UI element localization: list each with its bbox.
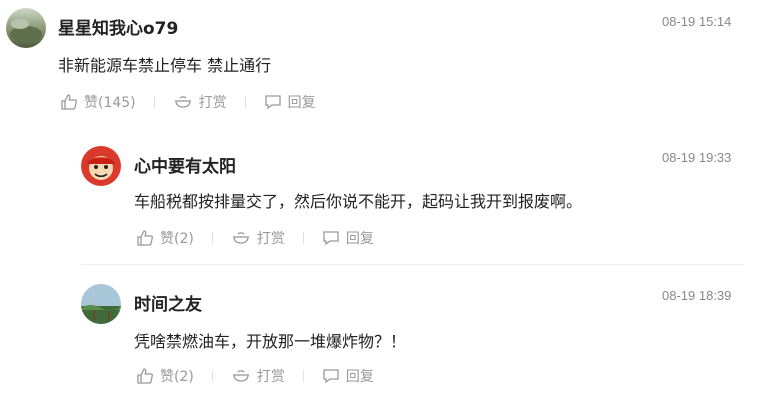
timestamp: 08-19 15:14 (662, 14, 732, 29)
like-button[interactable]: 赞(2) (136, 366, 194, 386)
tip-label: 打赏 (198, 95, 227, 111)
avatar[interactable] (81, 284, 121, 324)
tip-label: 打赏 (256, 231, 285, 247)
divider (153, 96, 155, 108)
reply-label: 回复 (287, 95, 316, 111)
avatar[interactable] (81, 146, 121, 186)
timestamp: 08-19 18:39 (662, 288, 732, 303)
like-count: 赞(2) (160, 231, 194, 247)
thumbs-up-icon (136, 229, 154, 247)
reply-button[interactable]: 回复 (322, 228, 374, 248)
timestamp: 08-19 19:33 (662, 150, 732, 165)
tip-button[interactable]: 打赏 (231, 366, 285, 386)
reply-button[interactable]: 回复 (264, 92, 316, 112)
tip-bowl-icon (231, 368, 251, 384)
comment-actions: 赞(145) 打赏 回复 (60, 90, 316, 114)
reply-bubble-icon (264, 94, 282, 110)
reply-button[interactable]: 回复 (322, 366, 374, 386)
reply-item: 时间之友 08-19 18:39 凭啥禁燃油车，开放那一堆爆炸物？！ 赞(2) … (0, 268, 768, 402)
thumbs-up-icon (136, 367, 154, 385)
comment-item: 星星知我心o79 08-19 15:14 非新能源车禁止停车 禁止通行 赞(14… (0, 0, 768, 120)
reply-item: 心中要有太阳 08-19 19:33 车船税都按排量交了，然后你说不能开，起码让… (0, 130, 768, 260)
divider (211, 370, 213, 382)
thumbs-up-icon (60, 93, 78, 111)
reply-bubble-icon (322, 230, 340, 246)
tip-bowl-icon (231, 230, 251, 246)
like-button[interactable]: 赞(145) (60, 92, 136, 112)
username[interactable]: 时间之友 (134, 290, 202, 315)
avatar[interactable] (6, 8, 46, 48)
comment-text: 凭啥禁燃油车，开放那一堆爆炸物？！ (134, 332, 407, 351)
username[interactable]: 心中要有太阳 (134, 152, 236, 177)
tip-button[interactable]: 打赏 (173, 92, 227, 112)
comment-actions: 赞(2) 打赏 回复 (136, 226, 374, 250)
divider (302, 232, 304, 244)
like-count: 赞(145) (84, 95, 136, 111)
comment-text: 非新能源车禁止停车 禁止通行 (58, 56, 272, 75)
reply-bubble-icon (322, 368, 340, 384)
divider (244, 96, 246, 108)
comment-text: 车船税都按排量交了，然后你说不能开，起码让我开到报废啊。 (134, 192, 583, 211)
tip-button[interactable]: 打赏 (231, 228, 285, 248)
tip-label: 打赏 (256, 369, 285, 385)
divider (302, 370, 304, 382)
divider (211, 232, 213, 244)
reply-divider (81, 264, 744, 265)
like-button[interactable]: 赞(2) (136, 228, 194, 248)
reply-label: 回复 (345, 369, 374, 385)
like-count: 赞(2) (160, 369, 194, 385)
username[interactable]: 星星知我心o79 (58, 14, 178, 39)
comment-actions: 赞(2) 打赏 回复 (136, 364, 374, 388)
tip-bowl-icon (173, 94, 193, 110)
reply-label: 回复 (345, 231, 374, 247)
